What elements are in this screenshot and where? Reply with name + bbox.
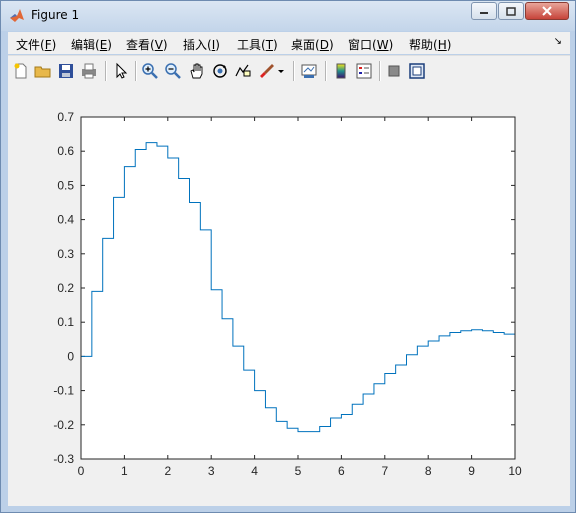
zoom-out-icon[interactable] bbox=[164, 62, 182, 80]
legend-icon[interactable] bbox=[355, 62, 373, 80]
line-plot[interactable]: 0 1 2 3 4 5 6 7 8 9 10 -0.3 -0.2 -0.1 0 0.1 0.2 0.3 0.4 0.5… bbox=[8, 86, 570, 506]
hide-plot-tools-icon[interactable] bbox=[385, 62, 403, 80]
x-tick-label: 0 bbox=[78, 464, 85, 478]
select-arrow-icon[interactable] bbox=[112, 62, 130, 80]
y-tick-label: -0.1 bbox=[53, 384, 74, 398]
y-tick-label: 0.7 bbox=[57, 110, 74, 124]
maximize-icon bbox=[506, 6, 516, 16]
figure-window: Figure 1 文件(F) 编辑(E) 查看(V) 插入(I) 工具(T) 桌… bbox=[0, 0, 576, 513]
close-icon bbox=[542, 6, 552, 16]
figure-toolbar bbox=[8, 55, 570, 87]
x-tick-label: 4 bbox=[251, 464, 258, 478]
y-tick-label: -0.2 bbox=[53, 418, 74, 432]
menu-tools[interactable]: 工具(T) bbox=[237, 36, 278, 53]
menu-edit[interactable]: 编辑(E) bbox=[71, 36, 112, 53]
minimize-button[interactable] bbox=[471, 2, 497, 20]
print-icon[interactable] bbox=[80, 62, 98, 80]
colorbar-icon[interactable] bbox=[332, 62, 350, 80]
axes-background bbox=[81, 117, 515, 459]
window-title: Figure 1 bbox=[31, 8, 80, 22]
link-plot-icon[interactable] bbox=[300, 62, 318, 80]
x-tick-label: 6 bbox=[338, 464, 345, 478]
menu-window[interactable]: 窗口(W) bbox=[348, 36, 393, 53]
x-tick-label: 3 bbox=[208, 464, 215, 478]
y-tick-label: -0.3 bbox=[53, 452, 74, 466]
x-tick-label: 1 bbox=[121, 464, 128, 478]
brush-dropdown-icon[interactable] bbox=[276, 62, 286, 80]
title-bar[interactable]: Figure 1 bbox=[1, 1, 575, 31]
x-tick-label: 9 bbox=[468, 464, 475, 478]
y-tick-label: 0.5 bbox=[57, 178, 74, 192]
rotate-3d-icon[interactable] bbox=[211, 62, 229, 80]
zoom-in-icon[interactable] bbox=[141, 62, 159, 80]
menu-desktop[interactable]: 桌面(D) bbox=[291, 36, 334, 53]
close-button[interactable] bbox=[525, 2, 569, 20]
data-cursor-icon[interactable] bbox=[234, 62, 252, 80]
menu-file[interactable]: 文件(F) bbox=[16, 36, 56, 53]
save-icon[interactable] bbox=[57, 62, 75, 80]
brush-icon[interactable] bbox=[258, 62, 276, 80]
menu-chevron-icon[interactable]: ↘ bbox=[554, 36, 562, 47]
minimize-icon bbox=[480, 12, 488, 14]
y-tick-label: 0.4 bbox=[57, 213, 74, 227]
y-tick-label: 0.3 bbox=[57, 247, 74, 261]
menu-bar: 文件(F) 编辑(E) 查看(V) 插入(I) 工具(T) 桌面(D) 窗口(W… bbox=[8, 32, 570, 54]
menu-view[interactable]: 查看(V) bbox=[126, 36, 168, 53]
x-tick-label: 10 bbox=[508, 464, 522, 478]
menu-insert[interactable]: 插入(I) bbox=[183, 36, 220, 53]
x-tick-label: 7 bbox=[381, 464, 388, 478]
pan-hand-icon[interactable] bbox=[188, 62, 206, 80]
open-file-icon[interactable] bbox=[34, 62, 52, 80]
maximize-button[interactable] bbox=[498, 2, 524, 20]
x-tick-label: 2 bbox=[164, 464, 171, 478]
y-tick-label: 0 bbox=[67, 349, 74, 363]
matlab-logo-icon bbox=[10, 9, 24, 22]
new-figure-icon[interactable] bbox=[12, 62, 30, 80]
show-plot-tools-icon[interactable] bbox=[408, 62, 426, 80]
y-tick-label: 0.6 bbox=[57, 144, 74, 158]
x-tick-label: 5 bbox=[295, 464, 302, 478]
y-tick-label: 0.2 bbox=[57, 281, 74, 295]
x-tick-label: 8 bbox=[425, 464, 432, 478]
figure-canvas: 0 1 2 3 4 5 6 7 8 9 10 -0.3 -0.2 -0.1 0 0.1 0.2 0.3 0.4 0.5… bbox=[8, 86, 570, 506]
menu-help[interactable]: 帮助(H) bbox=[409, 36, 451, 53]
y-tick-label: 0.1 bbox=[57, 315, 74, 329]
